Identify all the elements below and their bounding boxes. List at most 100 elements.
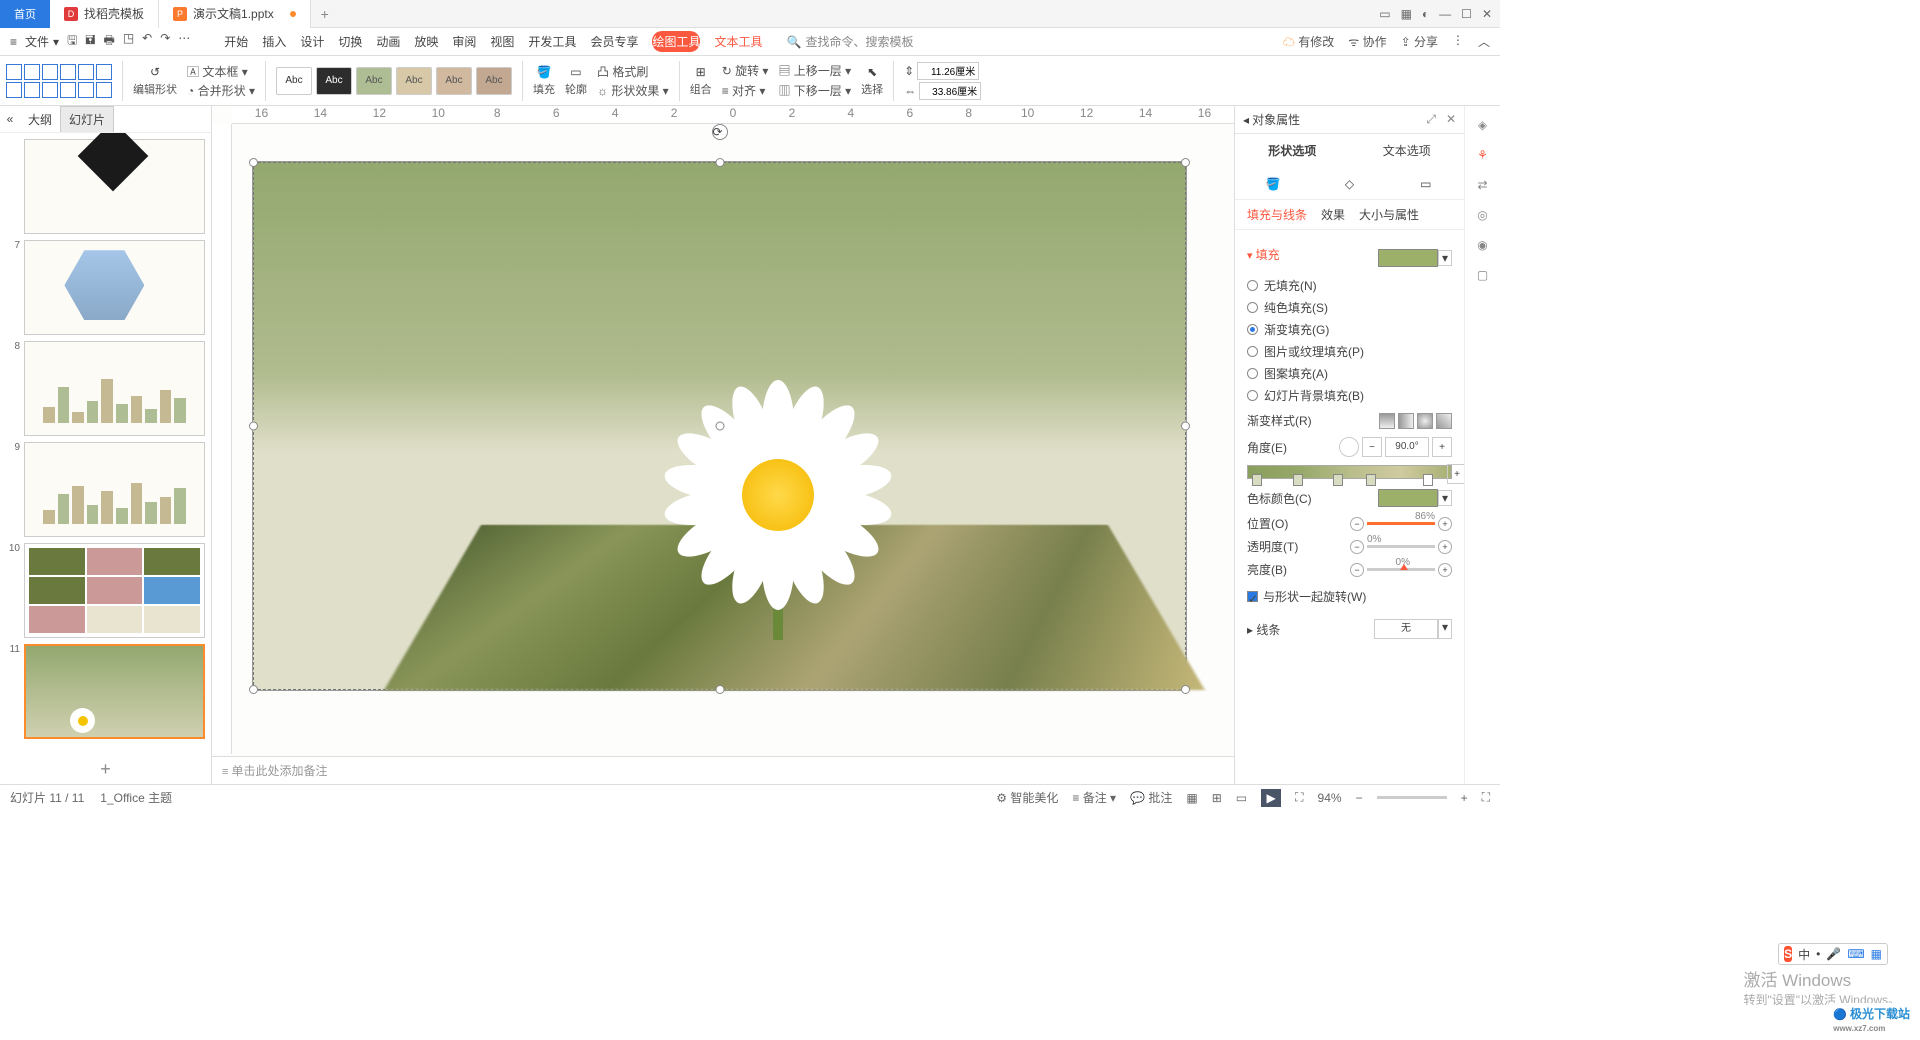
sub-fill-tab[interactable]: 填充与线条 <box>1247 206 1307 223</box>
grid-icon[interactable]: ▦ <box>1401 7 1412 21</box>
radio-gradient-fill[interactable]: 渐变填充(G) <box>1247 321 1452 338</box>
shape-options-tab[interactable]: 形状选项 <box>1235 134 1350 169</box>
fullscreen-icon[interactable]: ⛶ <box>1482 790 1490 805</box>
add-tab-button[interactable]: + <box>311 6 339 22</box>
gradient-stops-bar[interactable]: + − <box>1247 465 1452 479</box>
style-1[interactable]: Abc <box>276 67 312 95</box>
outline-icon[interactable]: ▭ <box>570 65 581 79</box>
ime-mic-icon[interactable]: 🎤 <box>1826 947 1841 961</box>
textbox-button[interactable]: 🄰 文本框 ▾ <box>187 63 255 80</box>
slide-canvas[interactable]: ⟳ <box>252 161 1187 691</box>
slide-thumb-9[interactable] <box>24 442 205 537</box>
gstop-1[interactable] <box>1252 474 1262 486</box>
ime-lang[interactable]: 中 <box>1798 946 1810 963</box>
saveas-icon[interactable]: 🖬 <box>85 31 95 52</box>
radio-solid-fill[interactable]: 纯色填充(S) <box>1247 299 1452 316</box>
minimize-button[interactable]: — <box>1439 7 1451 21</box>
gstop-4[interactable] <box>1366 474 1376 486</box>
handle-ne[interactable] <box>1181 158 1190 167</box>
line-drop[interactable]: ▾ <box>1438 619 1452 639</box>
style-5[interactable]: Abc <box>436 67 472 95</box>
tab-view[interactable]: 视图 <box>490 31 514 52</box>
add-stop-icon[interactable]: + <box>1447 464 1464 484</box>
gradstyle-3[interactable] <box>1417 413 1433 429</box>
radio-no-fill[interactable]: 无填充(N) <box>1247 277 1452 294</box>
style-3[interactable]: Abc <box>356 67 392 95</box>
tab-document[interactable]: P 演示文稿1.pptx <box>159 0 311 28</box>
rt-location-icon[interactable]: ◉ <box>1477 238 1487 252</box>
fill-color-drop[interactable]: ▾ <box>1438 250 1452 266</box>
ime-grid-icon[interactable]: ▦ <box>1871 947 1882 961</box>
rt-settings-icon[interactable]: ⚘ <box>1477 148 1488 162</box>
outline-tab[interactable]: 大纲 <box>20 107 60 132</box>
sub-icon-fx[interactable]: ◇ <box>1311 169 1387 199</box>
preview-icon[interactable]: ◳ <box>123 31 134 52</box>
tab-text-tools[interactable]: 文本工具 <box>714 31 762 52</box>
sub-icon-fill[interactable]: 🪣 <box>1235 169 1311 199</box>
hamburger-icon[interactable]: ≡ <box>10 35 17 49</box>
bring-forward-button[interactable]: ▤ 上移一层 ▾ <box>778 62 851 79</box>
align-button[interactable]: ≡ 对齐 ▾ <box>722 82 769 99</box>
radio-pattern-fill[interactable]: 图案填充(A) <box>1247 365 1452 382</box>
style-gallery[interactable]: Abc Abc Abc Abc Abc Abc <box>276 67 512 95</box>
print-icon[interactable]: 🖶 <box>104 31 115 52</box>
notes-area[interactable]: ≡ 单击此处添加备注 <box>212 756 1234 784</box>
redo-icon[interactable]: ↷ <box>160 31 170 52</box>
zoom-out-icon[interactable]: − <box>1356 791 1363 805</box>
height-input[interactable] <box>917 62 979 80</box>
rt-book-icon[interactable]: ▢ <box>1477 268 1488 282</box>
editshape-icon[interactable]: ↺ <box>150 65 160 79</box>
close-button[interactable]: ✕ <box>1482 7 1492 21</box>
handle-s[interactable] <box>715 685 724 694</box>
tab-trans[interactable]: 切换 <box>338 31 362 52</box>
zoom-slider[interactable] <box>1377 796 1447 799</box>
comments-toggle[interactable]: 💬 批注 <box>1130 789 1172 806</box>
trans-slider[interactable]: 0% <box>1367 545 1435 548</box>
handle-e[interactable] <box>1181 422 1190 431</box>
gstop-3[interactable] <box>1333 474 1343 486</box>
gradstyle-4[interactable] <box>1436 413 1452 429</box>
share-button[interactable]: ⇪ 分享 <box>1401 33 1438 50</box>
tab-member[interactable]: 会员专享 <box>590 31 638 52</box>
rotate-handle[interactable]: ⟳ <box>712 124 728 140</box>
changes-indicator[interactable]: ☁ 有修改 <box>1283 33 1334 50</box>
close-panel-icon[interactable]: ✕ <box>1446 112 1456 127</box>
maximize-button[interactable]: ☐ <box>1461 7 1472 21</box>
tab-draw-tools[interactable]: 绘图工具 <box>652 31 700 52</box>
kebab-icon[interactable]: ⋮ <box>1452 33 1464 50</box>
file-menu[interactable]: 文件▾ <box>25 33 59 50</box>
select-icon[interactable]: ⬉ <box>867 65 877 79</box>
handle-sw[interactable] <box>249 685 258 694</box>
shape-gallery[interactable] <box>6 64 112 98</box>
fill-icon[interactable]: 🪣 <box>536 65 551 79</box>
gradstyle-1[interactable] <box>1379 413 1395 429</box>
sub-icon-size[interactable]: ▭ <box>1388 169 1464 199</box>
angle-dial[interactable] <box>1339 437 1359 457</box>
more-icon[interactable]: ⋯ <box>178 31 190 52</box>
save-icon[interactable]: 🖫 <box>67 31 77 52</box>
view-reading-icon[interactable]: ▭ <box>1236 791 1247 805</box>
style-6[interactable]: Abc <box>476 67 512 95</box>
bright-plus[interactable]: + <box>1438 563 1452 577</box>
angle-minus[interactable]: − <box>1362 437 1382 457</box>
merge-shape-button[interactable]: ◔ 合并形状 ▾ <box>187 82 255 99</box>
notes-toggle[interactable]: ≡ 备注 ▾ <box>1072 789 1116 806</box>
handle-n[interactable] <box>715 158 724 167</box>
tab-review[interactable]: 审阅 <box>452 31 476 52</box>
tab-templates[interactable]: D 找稻壳模板 <box>50 0 159 28</box>
view-normal-icon[interactable]: ▦ <box>1186 791 1197 805</box>
handle-w[interactable] <box>249 422 258 431</box>
slides-tab[interactable]: 幻灯片 <box>60 106 114 132</box>
user-icon[interactable]: ◐ <box>1422 7 1429 21</box>
rt-transfer-icon[interactable]: ⇄ <box>1477 178 1487 192</box>
slide-thumb-11[interactable] <box>24 644 205 739</box>
pos-slider[interactable]: 86% <box>1367 522 1435 525</box>
line-section-header[interactable]: ▸ 线条 <box>1247 621 1280 638</box>
fill-color-swatch[interactable] <box>1378 249 1438 267</box>
handle-nw[interactable] <box>249 158 258 167</box>
fit-icon[interactable]: ⛶ <box>1295 790 1303 805</box>
slide-thumb-6[interactable] <box>24 139 205 234</box>
text-options-tab[interactable]: 文本选项 <box>1350 134 1465 169</box>
sub-fx-tab[interactable]: 效果 <box>1321 206 1345 223</box>
pin-icon[interactable]: ⤢ <box>1426 112 1436 127</box>
